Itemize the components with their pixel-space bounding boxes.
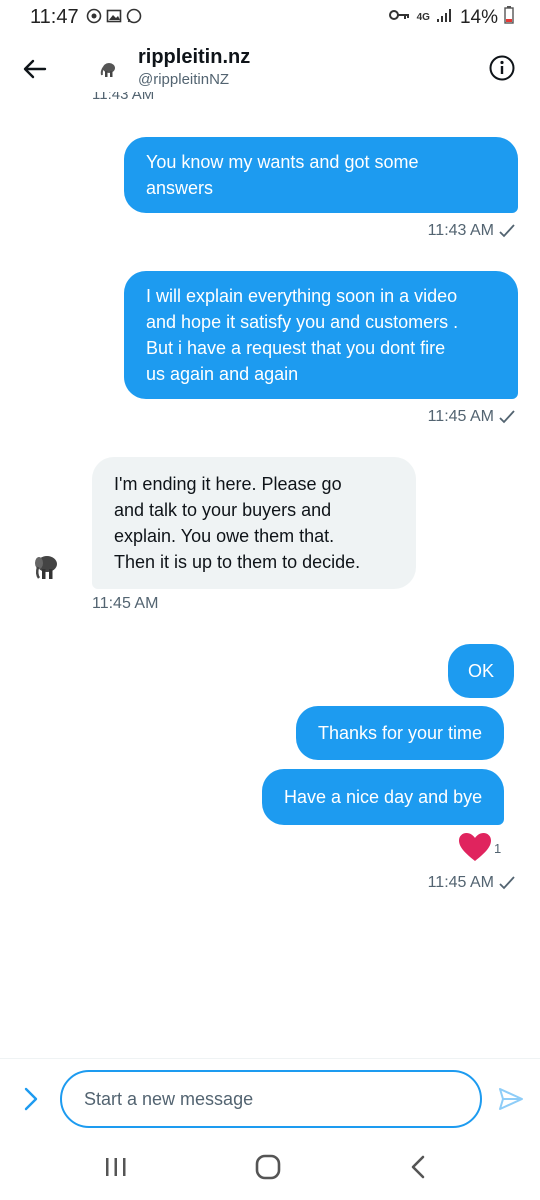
- chevron-right-icon: [24, 1087, 38, 1111]
- message-meta: 11:45 AM: [428, 874, 516, 892]
- message-meta: 11:43 AM: [428, 222, 516, 240]
- recent-apps-button[interactable]: [104, 1156, 128, 1178]
- message-meta: 11:45 AM: [428, 408, 516, 426]
- status-bar: 11:47 4G 14%: [0, 0, 540, 34]
- message-meta: 11:45 AM: [92, 595, 158, 613]
- expand-button[interactable]: [20, 1086, 42, 1112]
- recent-apps-icon: [106, 1158, 126, 1176]
- message-bubble[interactable]: You know my wants and got some answers: [124, 137, 518, 213]
- message-timestamp: 11:45 AM: [427, 874, 494, 891]
- check-icon: [499, 876, 515, 890]
- sync-icon: [86, 8, 102, 24]
- message-timestamp: 11:45 AM: [92, 595, 159, 612]
- check-icon: [499, 224, 515, 238]
- network-type: 4G: [416, 12, 430, 23]
- back-button[interactable]: [18, 52, 52, 86]
- home-icon: [255, 1154, 281, 1180]
- home-button[interactable]: [255, 1154, 281, 1180]
- chevron-left-icon: [411, 1155, 425, 1179]
- divider: [0, 1058, 540, 1059]
- arrow-left-icon: [23, 59, 47, 79]
- send-button[interactable]: [498, 1086, 524, 1112]
- heart-icon: [459, 833, 491, 861]
- message-input-placeholder: Start a new message: [84, 1088, 254, 1109]
- message-bubble[interactable]: I will explain everything soon in a vide…: [124, 271, 518, 399]
- message-timestamp: 11:43 AM: [92, 92, 155, 102]
- conversation-header: rippleitin.nz @rippleitinNZ: [0, 34, 540, 104]
- message-timestamp: 11:43 AM: [427, 222, 494, 239]
- battery-percent: 14%: [459, 6, 498, 28]
- signal-icon: [436, 7, 454, 28]
- contact-name[interactable]: rippleitin.nz: [138, 46, 250, 69]
- contact-handle: @rippleitinNZ: [138, 71, 230, 88]
- key-icon: [388, 8, 411, 27]
- battery-icon: [504, 6, 514, 29]
- message-bubble[interactable]: I'm ending it here. Please go and talk t…: [92, 457, 416, 589]
- info-button[interactable]: [488, 54, 516, 82]
- info-icon: [489, 55, 515, 81]
- nav-back-button[interactable]: [408, 1154, 428, 1180]
- message-timestamp: 11:45 AM: [427, 408, 494, 425]
- check-icon: [499, 410, 515, 424]
- gallery-icon: [106, 8, 122, 24]
- message-input[interactable]: Start a new message: [60, 1070, 482, 1128]
- message-bubble[interactable]: Have a nice day and bye: [262, 769, 505, 825]
- message-bubble[interactable]: OK: [448, 644, 515, 698]
- avatar[interactable]: [30, 550, 64, 584]
- system-nav-bar: [0, 1140, 540, 1200]
- reaction-count: 1: [494, 841, 502, 856]
- message-bubble[interactable]: Thanks for your time: [296, 706, 505, 760]
- send-icon: [499, 1088, 523, 1110]
- whatsapp-icon: [126, 8, 142, 24]
- message-reaction[interactable]: 1: [458, 832, 501, 862]
- status-time: 11:47: [30, 6, 79, 28]
- avatar[interactable]: [96, 56, 122, 82]
